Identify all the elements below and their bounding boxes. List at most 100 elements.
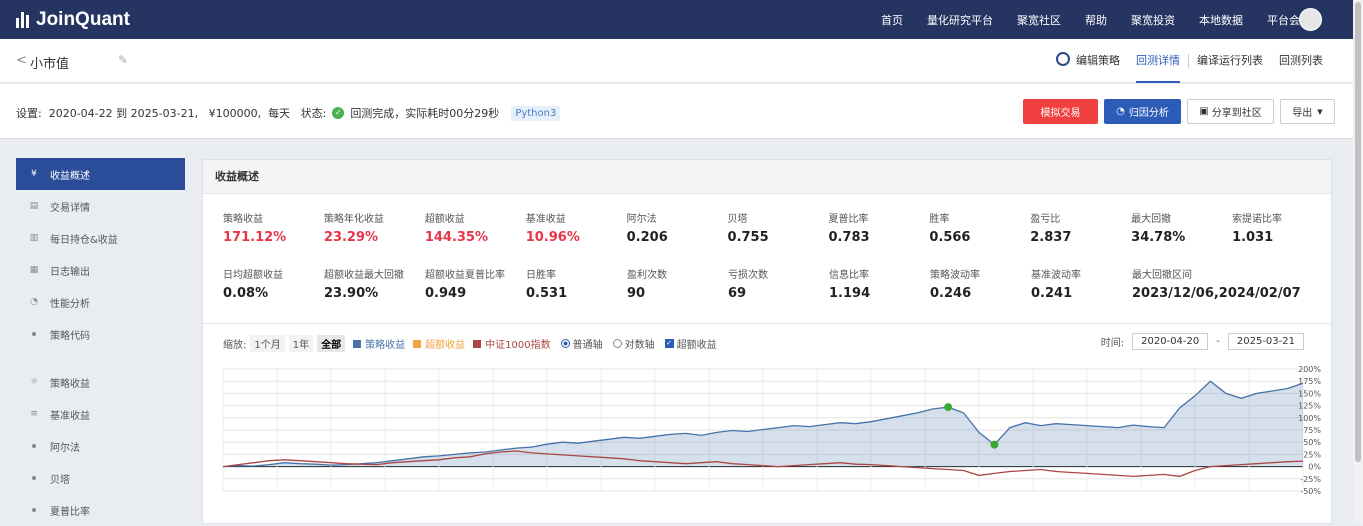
- metric-label: 胜率: [929, 214, 950, 225]
- metric-row2-1: 超额收益最大回撤 23.90%: [324, 266, 425, 322]
- metric-value: 90: [627, 286, 646, 301]
- tab-backtest-detail[interactable]: 回测详情: [1128, 39, 1188, 83]
- export-dropdown[interactable]: 导出 ▼: [1280, 99, 1335, 124]
- brand-name: JoinQuant: [36, 8, 130, 30]
- metric-row2-0: 日均超额收益 0.08%: [223, 266, 324, 322]
- sidebar-item-logs[interactable]: ▦ 日志输出: [16, 254, 185, 286]
- metric-value: 0.241: [1031, 286, 1073, 301]
- back-chevron-icon[interactable]: <: [16, 53, 27, 68]
- metric-row1-8: 盈亏比 2.837: [1030, 210, 1131, 266]
- normal-axis-label: 普通轴: [572, 340, 603, 351]
- normal-axis-radio[interactable]: [560, 339, 570, 348]
- metric-label: 策略波动率: [930, 270, 980, 281]
- metric-label: 基准波动率: [1031, 270, 1081, 281]
- metric-row1-3: 基准收益 10.96%: [526, 210, 627, 266]
- sidebar-item-sharpe[interactable]: 夏普比率: [16, 494, 185, 526]
- metric-label: 夏普比率: [828, 214, 869, 225]
- attribution-button[interactable]: ◔ 归因分析: [1104, 99, 1181, 124]
- date-range: 时间: 2020-04-20 - 2025-03-21: [1101, 333, 1304, 350]
- share-community-button[interactable]: ▣ 分享到社区: [1187, 99, 1274, 124]
- chart-controls: 缩放: 1个月 1年 全部 策略收益 超额收益 中证1000指数 普通轴 对数轴…: [223, 335, 717, 352]
- legend-excess[interactable]: 超额收益: [413, 336, 465, 351]
- metric-label: 策略年化收益: [323, 214, 384, 225]
- sidebar-item-daily-positions[interactable]: ▥ 每日持仓&收益: [16, 222, 185, 254]
- metric-label: 超额收益最大回撤: [324, 270, 404, 281]
- zoom-1m-button[interactable]: 1个月: [250, 335, 285, 352]
- legend-swatch: [353, 339, 362, 348]
- simulate-trade-button[interactable]: 模拟交易: [1023, 99, 1098, 124]
- metric-value: 0.783: [828, 230, 870, 245]
- zoom-all-button[interactable]: 全部: [317, 335, 346, 352]
- zoom-1y-button[interactable]: 1年: [288, 335, 314, 352]
- excess-checkbox[interactable]: ✓: [664, 339, 674, 348]
- nav-item-local-data[interactable]: 本地数据: [1199, 12, 1243, 28]
- tab-edit-strategy[interactable]: 编辑策略: [1048, 39, 1128, 83]
- legend-benchmark[interactable]: 中证1000指数: [473, 336, 551, 351]
- metric-label: 基准收益: [525, 214, 566, 225]
- page-scrollbar[interactable]: [1353, 0, 1363, 524]
- nav-item-research[interactable]: 量化研究平台: [927, 12, 993, 28]
- tab-backtest-list[interactable]: 回测列表: [1271, 39, 1331, 83]
- metric-label: 贝塔: [727, 214, 748, 225]
- status-text: 回测完成，实际耗时00分29秒: [350, 107, 500, 120]
- panel-title: 收益概述: [203, 160, 1331, 194]
- metric-label: 信息比率: [829, 270, 869, 281]
- y-tick-label: 75%: [1303, 426, 1321, 435]
- sidebar-item-trades[interactable]: ▤ 交易详情: [16, 190, 185, 222]
- yen-icon: ¥: [31, 169, 37, 179]
- nav-item-community[interactable]: 聚宽社区: [1017, 12, 1061, 28]
- nav-item-help[interactable]: 帮助: [1085, 12, 1107, 28]
- log-axis-radio[interactable]: [612, 339, 622, 348]
- returns-chart[interactable]: 200%175%150%125%100%75%50%25%0%-25%-50%收…: [221, 364, 1321, 500]
- metric-label: 盈利次数: [627, 270, 667, 281]
- date-from-input[interactable]: 2020-04-20: [1132, 333, 1209, 350]
- metric-value: 1.194: [829, 286, 871, 301]
- metric-value: 144.35%: [424, 230, 489, 245]
- metrics-row-1: 策略收益 171.12% 策略年化收益 23.29% 超额收益 144.35% 基准收益 10…: [223, 210, 1333, 266]
- brand-logo[interactable]: JoinQuant: [16, 9, 130, 31]
- settings-label: 设置:: [16, 107, 42, 120]
- metric-label: 超额收益: [424, 214, 465, 225]
- sidebar-item-strategy-return[interactable]: ☼ 策略收益: [16, 366, 185, 398]
- scrollbar-thumb[interactable]: [1355, 2, 1361, 462]
- avatar[interactable]: [1299, 8, 1322, 31]
- sidebar-item-alpha[interactable]: 阿尔法: [16, 430, 185, 462]
- comment-icon: ▣: [1199, 106, 1209, 117]
- nav-item-home[interactable]: 首页: [881, 12, 903, 28]
- chart-divider: [203, 323, 1331, 324]
- sidebar-item-benchmark-return[interactable]: ≡ 基准收益: [16, 398, 185, 430]
- nav-item-invest[interactable]: 聚宽投资: [1131, 12, 1175, 28]
- metric-row1-1: 策略年化收益 23.29%: [324, 210, 425, 266]
- sidebar-item-code[interactable]: 策略代码: [16, 318, 185, 350]
- metric-label: 日均超额收益: [223, 270, 283, 281]
- y-tick-label: 50%: [1303, 438, 1321, 447]
- caret-down-icon: ▼: [1317, 107, 1323, 116]
- sidebar-item-performance[interactable]: ◔ 性能分析: [16, 286, 185, 318]
- date-to-input[interactable]: 2025-03-21: [1227, 333, 1304, 350]
- metric-row1-0: 策略收益 171.12%: [223, 210, 324, 266]
- metric-row1-4: 阿尔法 0.206: [627, 210, 728, 266]
- metric-value: 0.949: [425, 286, 467, 301]
- metric-value: 23.90%: [324, 286, 379, 301]
- zoom-label: 缩放:: [223, 340, 247, 351]
- metric-value: 0.246: [930, 286, 972, 301]
- time-label: 时间:: [1100, 338, 1125, 349]
- nav-menu: 首页 量化研究平台 聚宽社区 帮助 聚宽投资 本地数据 平台会员: [881, 0, 1311, 39]
- pie-icon: ◔: [30, 297, 38, 307]
- edit-pencil-icon[interactable]: ✎: [118, 53, 128, 67]
- tab-compile-list[interactable]: 编译运行列表: [1189, 39, 1271, 83]
- settings-end-date: 2025-03-21,: [130, 106, 199, 120]
- strategy-name: 小市值: [30, 57, 70, 72]
- logo-mark-icon: [16, 11, 29, 28]
- detail-tabs: 编辑策略 回测详情 编译运行列表 回测列表: [1048, 39, 1331, 83]
- metric-label: 阿尔法: [626, 214, 657, 225]
- log-axis-label: 对数轴: [624, 340, 655, 351]
- metric-label: 超额收益夏普比率: [425, 270, 505, 281]
- drawdown-marker-0: [944, 403, 953, 412]
- metric-value: 0.206: [626, 230, 668, 245]
- backtest-settings: 设置: 2020-04-22 到 2025-03-21, ¥100000, 每天…: [16, 105, 561, 121]
- sidebar-item-beta[interactable]: 贝塔: [16, 462, 185, 494]
- y-tick-label: 0%: [1308, 463, 1321, 472]
- sidebar-item-overview[interactable]: ¥ 收益概述: [16, 158, 185, 190]
- legend-strategy[interactable]: 策略收益: [353, 336, 405, 351]
